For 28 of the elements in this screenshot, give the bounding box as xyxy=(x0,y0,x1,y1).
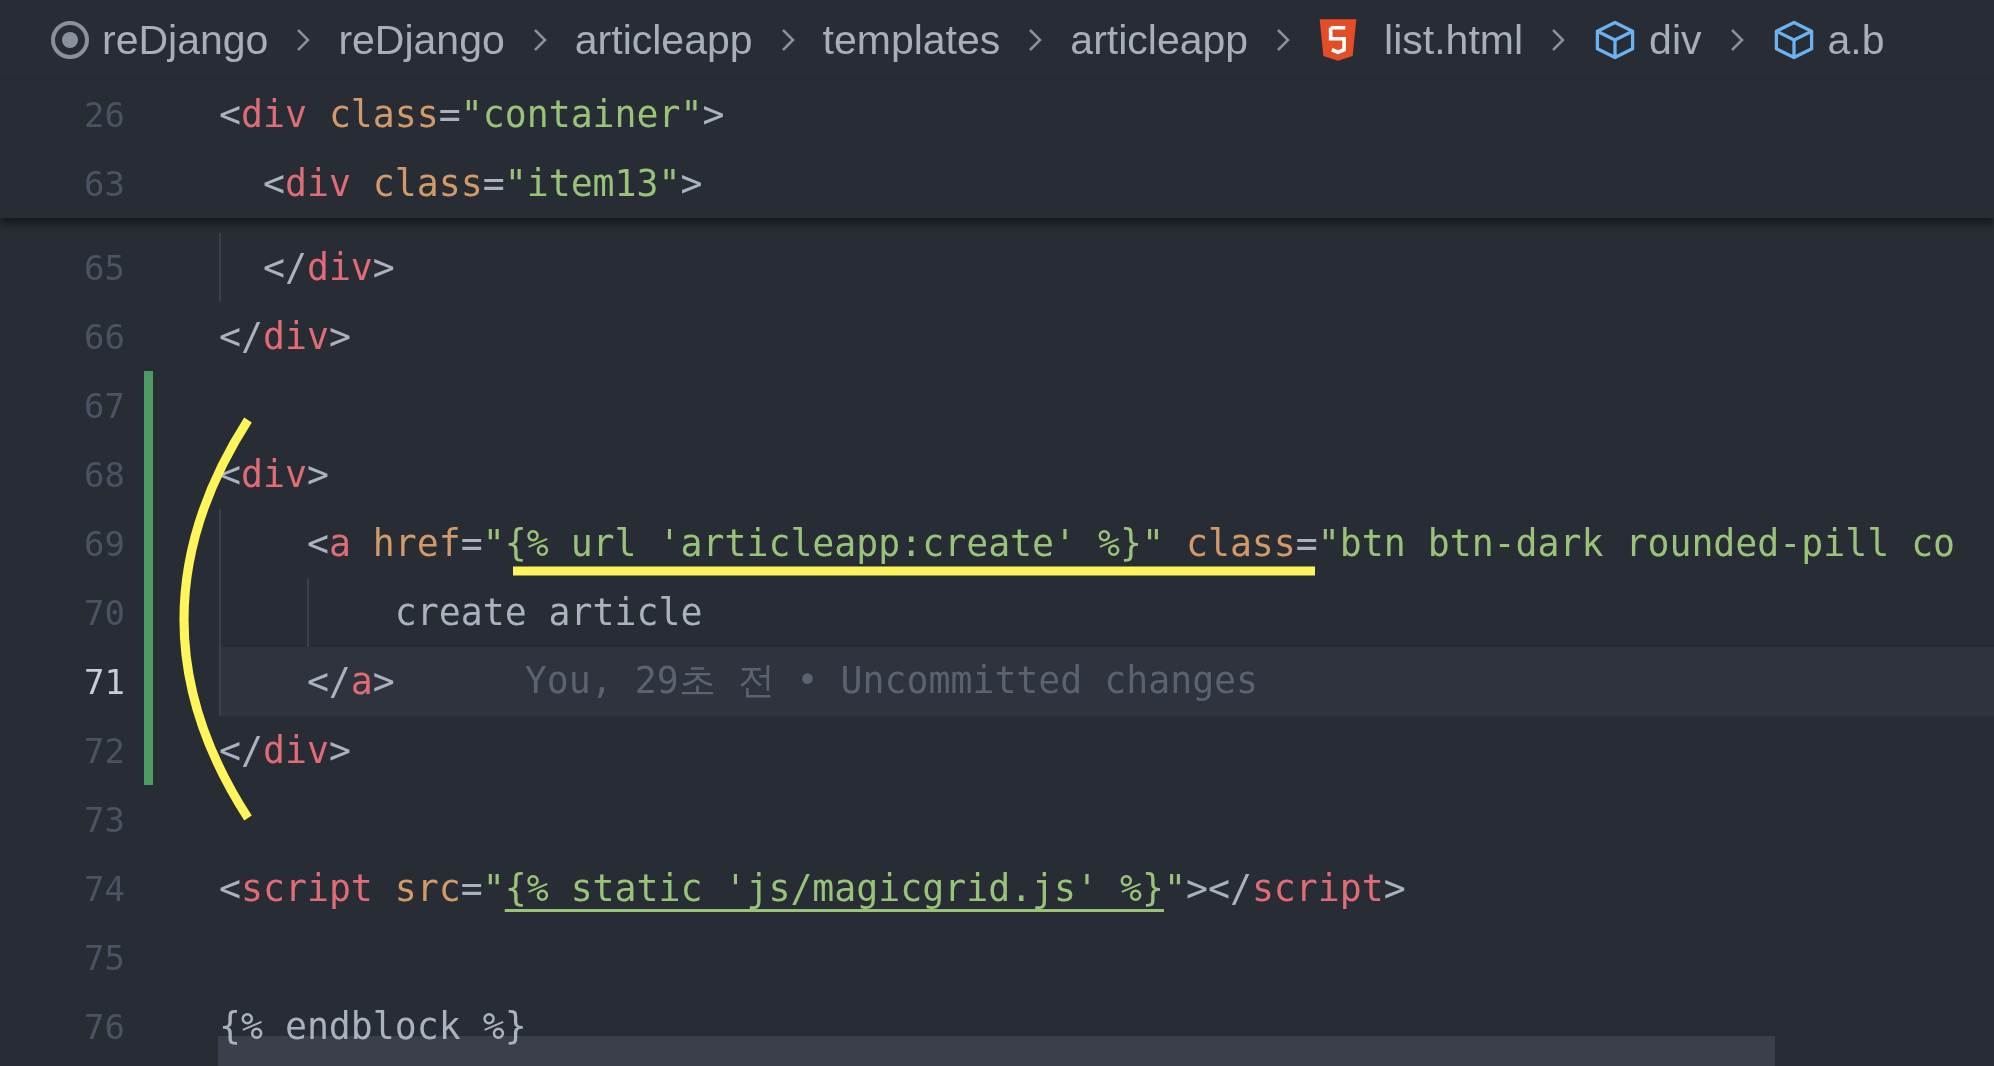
code-line: </a> xyxy=(305,660,395,703)
chevron-icon xyxy=(1729,28,1744,52)
chevron-icon xyxy=(1276,28,1291,52)
code-line: <script src="{% static 'js/magicgrid.js' %}"></script> xyxy=(219,867,1406,910)
code-line: <a href="{% url 'articleapp:create' %}" class="btn btn-dark rounded-pill co xyxy=(305,522,1956,565)
breadcrumb-item[interactable]: reDjango xyxy=(338,16,505,64)
breadcrumb-item[interactable]: articleapp xyxy=(574,16,753,64)
breadcrumb-item[interactable]: a.b xyxy=(1827,16,1885,64)
code-line: {% endblock %} xyxy=(219,1005,527,1048)
chevron-icon xyxy=(296,28,311,52)
breadcrumb-item[interactable]: list.html xyxy=(1384,16,1524,64)
breadcrumb-item[interactable]: reDjango xyxy=(102,16,269,64)
chevron-icon xyxy=(1551,28,1566,52)
code-line: </div> xyxy=(261,246,395,289)
chevron-icon xyxy=(532,28,547,52)
code-line: <div class="item13"> xyxy=(261,162,703,205)
code-line: <div class="container"> xyxy=(219,93,725,136)
chevron-icon xyxy=(780,28,795,52)
code-line: create article xyxy=(393,591,703,634)
line-number: 71 xyxy=(83,661,125,702)
chevron-icon xyxy=(1028,28,1043,52)
breadcrumb-item[interactable]: div xyxy=(1649,16,1702,64)
target-icon xyxy=(50,20,90,60)
html-file-icon xyxy=(1318,18,1359,62)
code-line: </div> xyxy=(219,315,351,358)
breadcrumb-item[interactable]: articleapp xyxy=(1070,16,1249,64)
breadcrumb-item[interactable]: templates xyxy=(822,16,1001,64)
code-line: </div> xyxy=(219,729,351,772)
